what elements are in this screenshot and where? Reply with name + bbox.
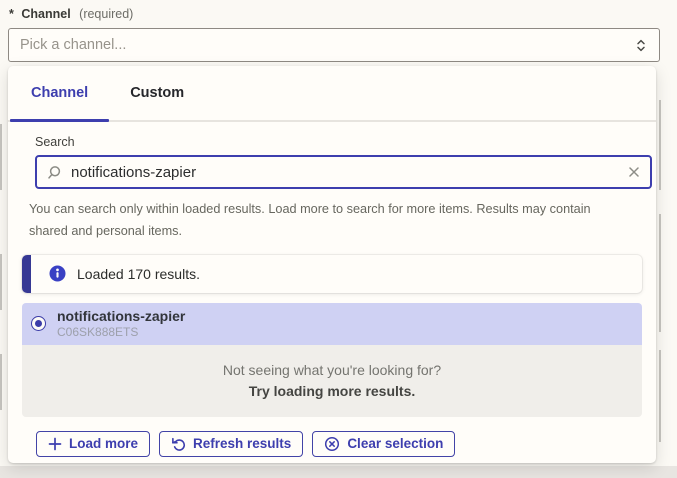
field-label-text: Channel xyxy=(21,7,70,21)
background-form-edge xyxy=(0,354,2,410)
result-id: C06SK888ETS xyxy=(57,325,185,339)
required-note: (required) xyxy=(79,7,133,21)
clear-circle-icon xyxy=(324,436,340,452)
required-asterisk: * xyxy=(9,7,14,21)
search-label: Search xyxy=(35,135,642,149)
background-form-edge xyxy=(659,350,661,442)
info-icon xyxy=(49,265,66,282)
chevron-up-down-icon xyxy=(634,37,648,54)
search-box xyxy=(35,155,652,189)
hint-line2: Try loading more results. xyxy=(249,383,416,399)
select-placeholder: Pick a channel... xyxy=(20,37,126,53)
alert-accent-bar xyxy=(22,255,31,293)
tab-custom-label: Custom xyxy=(130,85,184,101)
hint-line1: Not seeing what you're looking for? xyxy=(223,362,441,378)
tab-channel-label: Channel xyxy=(31,85,88,101)
background-form-edge xyxy=(659,214,661,332)
background-form-edge xyxy=(0,254,2,310)
background-form-edge xyxy=(0,124,2,190)
alert-text: Loaded 170 results. xyxy=(77,266,200,282)
background-form-edge xyxy=(659,100,661,190)
clear-selection-label: Clear selection xyxy=(347,436,443,451)
channel-picker-dropdown: Channel Custom Search You can search onl… xyxy=(8,66,656,463)
clear-selection-button[interactable]: Clear selection xyxy=(312,431,455,457)
plus-icon xyxy=(48,437,62,451)
channel-select[interactable]: Pick a channel... xyxy=(8,28,660,62)
tab-channel[interactable]: Channel xyxy=(10,66,109,120)
refresh-ccw-icon xyxy=(171,436,186,451)
loaded-results-alert: Loaded 170 results. xyxy=(22,255,642,293)
picker-actions: Load more Refresh results Clear selectio… xyxy=(36,431,656,457)
radio-selected-icon[interactable] xyxy=(31,316,46,331)
refresh-results-label: Refresh results xyxy=(193,436,291,451)
window-bottom-edge xyxy=(0,466,677,478)
clear-search-icon[interactable] xyxy=(628,166,640,178)
result-title: notifications-zapier xyxy=(57,308,185,324)
load-more-button[interactable]: Load more xyxy=(36,431,150,457)
refresh-results-button[interactable]: Refresh results xyxy=(159,431,303,457)
result-row-selected[interactable]: notifications-zapier C06SK888ETS xyxy=(22,303,642,345)
tab-custom[interactable]: Custom xyxy=(109,66,205,120)
search-icon xyxy=(47,165,62,180)
picker-tabs: Channel Custom xyxy=(8,66,656,122)
load-more-hint: Not seeing what you're looking for? Try … xyxy=(22,345,642,417)
load-more-label: Load more xyxy=(69,436,138,451)
search-section: Search xyxy=(35,135,642,189)
search-helper-text: You can search only within loaded result… xyxy=(29,199,626,243)
channel-field-label: * Channel (required) xyxy=(9,7,133,21)
search-input[interactable] xyxy=(71,164,628,181)
